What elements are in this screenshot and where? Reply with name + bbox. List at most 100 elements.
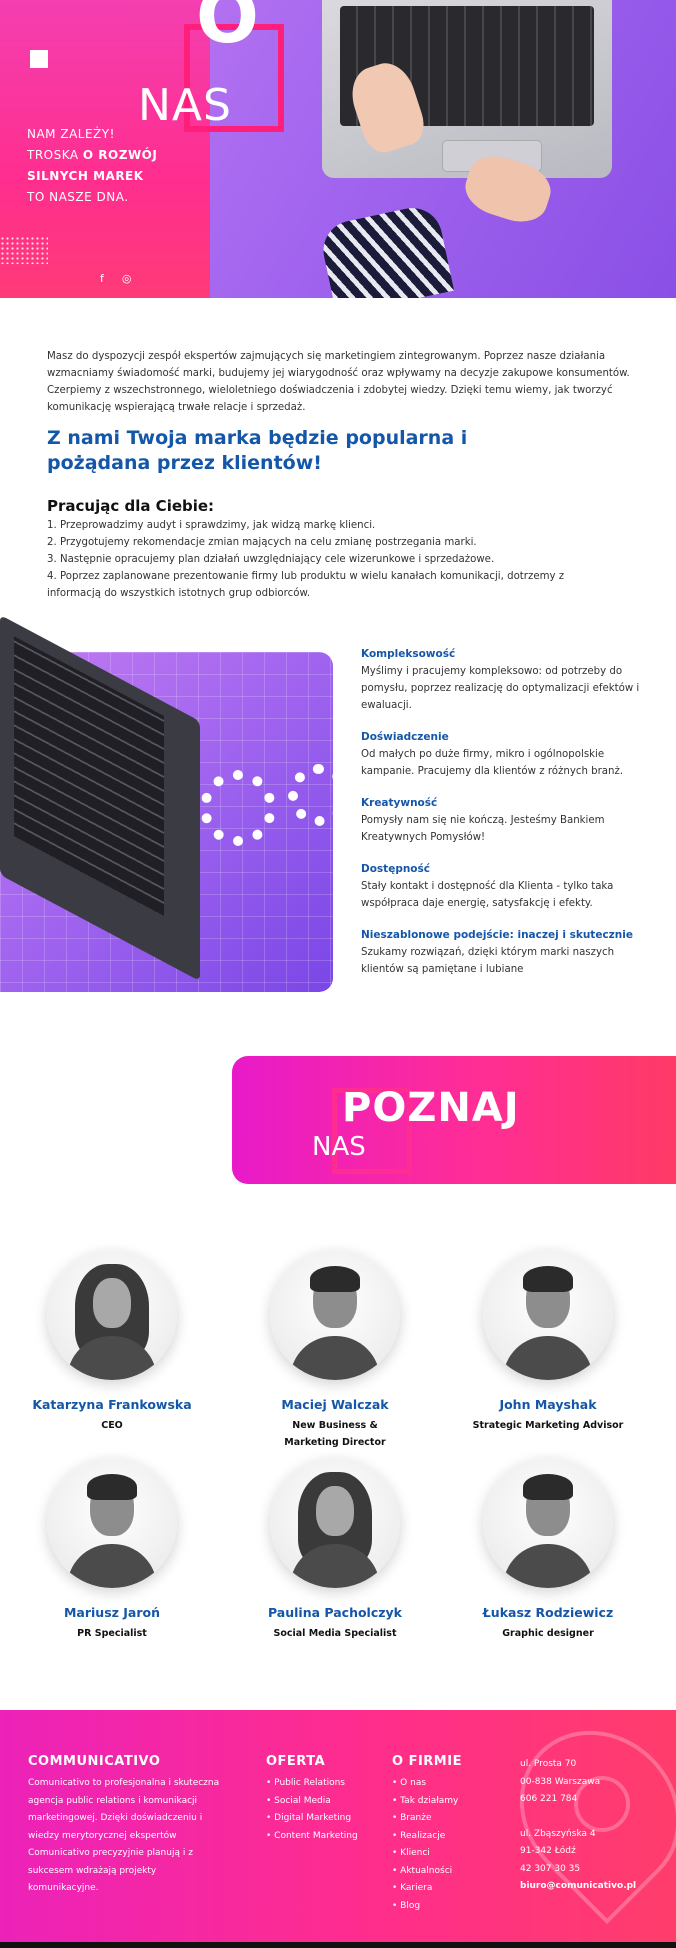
footer-contact: ul. Prosta 70 00-838 Warszawa 606 221 78… <box>520 1756 670 1896</box>
footer-link[interactable]: Content Marketing <box>266 1828 376 1846</box>
member-name: Łukasz Rodziewicz <box>482 1605 614 1620</box>
member-name: John Mayshak <box>499 1397 597 1412</box>
member-role: Strategic Marketing Advisor <box>472 1420 624 1431</box>
footer-firma-list: O nas Tak działamy Branże Realizacje Kli… <box>392 1775 502 1915</box>
member-name: Mariusz Jaroń <box>63 1605 161 1620</box>
gear-icon <box>200 770 276 846</box>
feature-list: Kompleksowość Myślimy i pracujemy komple… <box>361 646 651 993</box>
feature-item: Kreatywność Pomysły nam się nie kończą. … <box>361 795 651 846</box>
hero-line-3-bold: SILNYCH MAREK <box>27 169 144 183</box>
hero-line-2-prefix: TROSKA <box>27 148 83 162</box>
bottom-bar <box>0 1942 676 1948</box>
feature-title: Nieszablonowe podejście: inaczej i skute… <box>361 929 633 941</box>
feature-item: Kompleksowość Myślimy i pracujemy komple… <box>361 646 651 714</box>
decor-square <box>30 50 48 68</box>
poznaj-title: POZNAJ <box>342 1085 520 1131</box>
hero-line-3: SILNYCH MAREK <box>27 166 207 187</box>
hero-title-nas: NAS <box>138 80 232 131</box>
phone-number[interactable]: 606 221 784 <box>520 1791 670 1809</box>
hero-tagline: NAM ZALEŻY! TROSKA O ROZWÓJ SILNYCH MARE… <box>27 124 207 208</box>
feature-title: Kompleksowość <box>361 648 456 660</box>
member-role: PR Specialist <box>77 1628 147 1639</box>
footer-about-text: Comunicativo to profesjonalna i skuteczn… <box>28 1778 220 1893</box>
footer-link[interactable]: Social Media <box>266 1793 376 1811</box>
feature-title: Kreatywność <box>361 797 438 809</box>
avatar <box>47 1250 177 1380</box>
avatar-body <box>290 1336 380 1380</box>
address-line: 91-342 Łódź <box>520 1846 576 1856</box>
avatar-hair <box>310 1266 360 1292</box>
avatar <box>47 1458 177 1588</box>
footer-link[interactable]: Realizacje <box>392 1828 502 1846</box>
avatar <box>270 1458 400 1588</box>
feature-title: Dostępność <box>361 863 430 875</box>
avatar <box>483 1458 613 1588</box>
feature-desc: Stały kontakt i dostępność dla Klienta -… <box>361 881 614 909</box>
social-links: f ◎ <box>100 272 131 285</box>
hero-section: O NAS NAM ZALEŻY! TROSKA O ROZWÓJ SILNYC… <box>0 0 676 298</box>
footer-brand: COMMUNICATIVO <box>28 1754 161 1769</box>
member-role: CEO <box>101 1420 123 1431</box>
team-member: John Mayshak Strategic Marketing Advisor <box>448 1250 648 1434</box>
footer-oferta: OFERTA Public Relations Social Media Dig… <box>266 1754 376 1845</box>
hero-line-2-bold: O ROZWÓJ <box>82 148 158 162</box>
hero-line-2: TROSKA O ROZWÓJ <box>27 145 207 166</box>
address-line: 00-838 Warszawa <box>520 1776 601 1787</box>
step-item: 3. Następnie opracujemy plan działań uwz… <box>47 554 495 565</box>
footer-oferta-title: OFERTA <box>266 1754 326 1769</box>
team-member: Katarzyna Frankowska CEO <box>12 1250 212 1434</box>
team-member: Łukasz Rodziewicz Graphic designer <box>448 1458 648 1642</box>
feature-item: Nieszablonowe podejście: inaczej i skute… <box>361 927 651 978</box>
footer-link[interactable]: Kariera <box>392 1880 502 1898</box>
footer-link[interactable]: Aktualności <box>392 1863 502 1881</box>
member-name: Maciej Walczak <box>281 1397 389 1412</box>
footer-link[interactable]: Digital Marketing <box>266 1810 376 1828</box>
member-name: Paulina Pacholczyk <box>267 1605 402 1620</box>
team-member: Maciej Walczak New Business & Marketing … <box>235 1250 435 1451</box>
facebook-icon[interactable]: f <box>100 272 104 285</box>
step-item: 1. Przeprowadzimy audyt i sprawdzimy, ja… <box>47 520 376 531</box>
footer-firma: O FIRMIE O nas Tak działamy Branże Reali… <box>392 1754 502 1915</box>
footer-link[interactable]: Tak działamy <box>392 1793 502 1811</box>
slogan-heading: Z nami Twoja marka będzie popularna i po… <box>47 427 468 474</box>
footer-about: COMMUNICATIVO Comunicativo to profesjona… <box>28 1754 228 1898</box>
hero-line-1: NAM ZALEŻY! <box>27 127 115 141</box>
feature-item: Doświadczenie Od małych po duże firmy, m… <box>361 729 651 780</box>
footer-link[interactable]: Public Relations <box>266 1775 376 1793</box>
avatar-hair <box>523 1266 573 1292</box>
footer-link[interactable]: Branże <box>392 1810 502 1828</box>
feature-title: Doświadczenie <box>361 731 449 743</box>
member-role: Graphic designer <box>502 1628 594 1639</box>
address-line: ul. Prosta 70 <box>520 1759 577 1769</box>
feature-desc: Od małych po duże firmy, mikro i ogólnop… <box>361 749 624 777</box>
team-member: Mariusz Jaroń PR Specialist <box>12 1458 212 1642</box>
footer-link[interactable]: Blog <box>392 1898 502 1916</box>
avatar-head <box>316 1486 354 1536</box>
avatar <box>483 1250 613 1380</box>
step-item: 4. Poprzez zaplanowane prezentowanie fir… <box>47 571 565 599</box>
hero-title-o: O <box>196 0 259 60</box>
footer-oferta-list: Public Relations Social Media Digital Ma… <box>266 1775 376 1845</box>
avatar-hair <box>87 1474 137 1500</box>
footer-link[interactable]: O nas <box>392 1775 502 1793</box>
working-title: Pracując dla Ciebie: <box>47 497 215 515</box>
member-name: Katarzyna Frankowska <box>32 1397 192 1412</box>
intro-paragraph: Masz do dyspozycji zespół ekspertów zajm… <box>47 351 630 414</box>
member-role: New Business & Marketing Director <box>284 1420 386 1448</box>
hero-line-4: TO NASZE DNA. <box>27 190 129 204</box>
address-line: ul. Zbąszyńska 4 <box>520 1828 596 1839</box>
team-member: Paulina Pacholczyk Social Media Speciali… <box>235 1458 435 1642</box>
dots-pattern <box>0 236 48 264</box>
feature-item: Dostępność Stały kontakt i dostępność dl… <box>361 861 651 912</box>
instagram-icon[interactable]: ◎ <box>122 272 132 285</box>
avatar-body <box>67 1544 157 1588</box>
steps-list: 1. Przeprowadzimy audyt i sprawdzimy, ja… <box>47 517 607 602</box>
footer-link[interactable]: Klienci <box>392 1845 502 1863</box>
phone-number[interactable]: 42 307 30 35 <box>520 1861 670 1879</box>
avatar-body <box>503 1544 593 1588</box>
avatar-hair <box>523 1474 573 1500</box>
poznaj-subtitle: NAS <box>312 1132 366 1162</box>
email-link[interactable]: biuro@comunicativo.pl <box>520 1878 670 1896</box>
feature-desc: Szukamy rozwiązań, dzięki którym marki n… <box>361 947 615 975</box>
